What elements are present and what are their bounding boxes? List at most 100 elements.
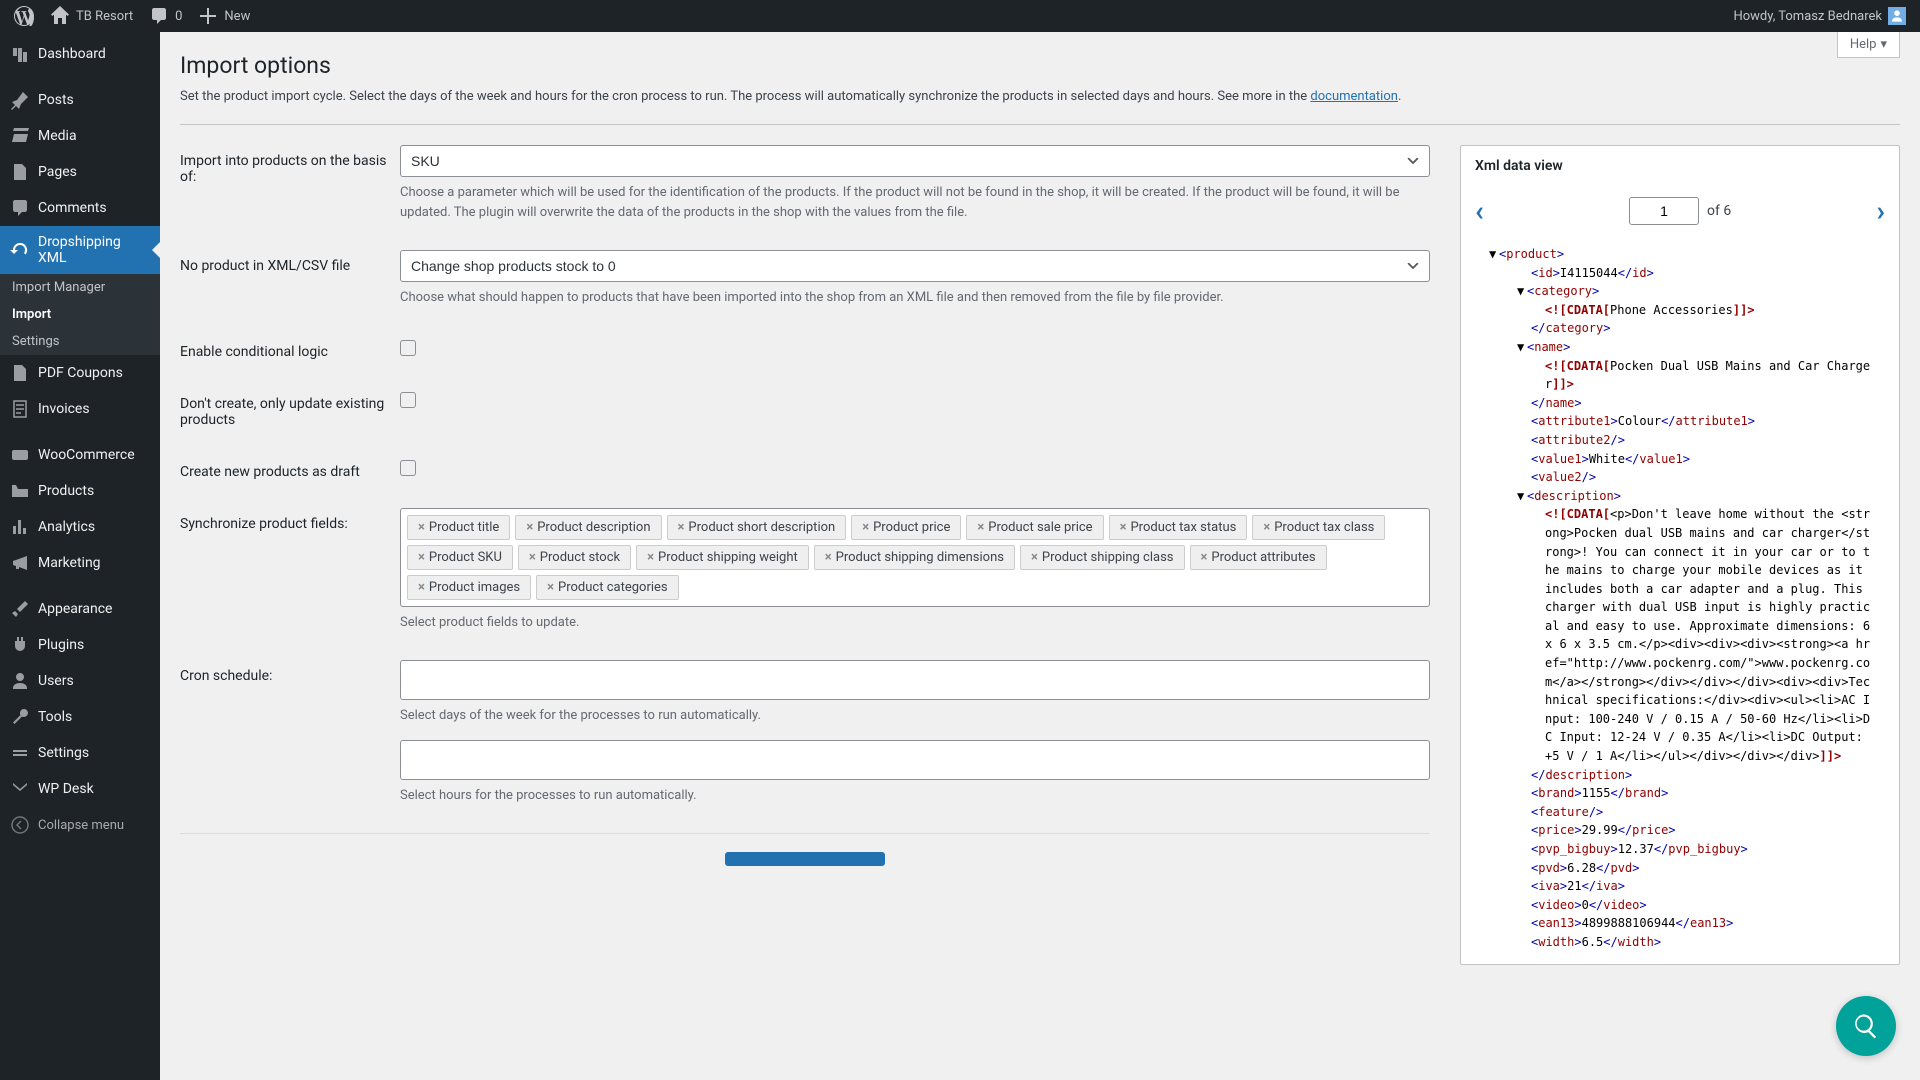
xml-next[interactable]: › — [1877, 194, 1885, 227]
tag-remove-icon[interactable]: × — [529, 550, 536, 565]
sync-tag[interactable]: ×Product title — [407, 515, 510, 540]
sidebar-submenu: Import Manager Import Settings — [0, 274, 160, 355]
user-menu[interactable]: Howdy, Tomasz Bednarek — [1725, 0, 1914, 32]
xml-prev[interactable]: ‹ — [1475, 194, 1484, 227]
avatar-icon — [1888, 7, 1906, 25]
sync-tag[interactable]: ×Product description — [515, 515, 661, 540]
sidebar-item-dropshipping[interactable]: Dropshipping XML — [0, 226, 160, 274]
brush-icon — [10, 599, 30, 619]
tag-remove-icon[interactable]: × — [1263, 520, 1270, 535]
wrench-icon — [10, 707, 30, 727]
submenu-import-manager[interactable]: Import Manager — [0, 274, 160, 301]
documentation-link[interactable]: documentation — [1310, 89, 1398, 104]
help-fab[interactable] — [1836, 996, 1896, 1056]
site-name[interactable]: TB Resort — [42, 0, 141, 32]
sync-tag[interactable]: ×Product sale price — [966, 515, 1103, 540]
content-area: Help▾ Import options Set the product imp… — [160, 32, 1920, 1080]
sync-tag[interactable]: ×Product short description — [667, 515, 847, 540]
sync-tag[interactable]: ×Product attributes — [1190, 545, 1327, 570]
tag-remove-icon[interactable]: × — [1120, 520, 1127, 535]
tag-remove-icon[interactable]: × — [418, 580, 425, 595]
sidebar-item-appearance[interactable]: Appearance — [0, 591, 160, 627]
media-icon — [10, 126, 30, 146]
sync-tag[interactable]: ×Product SKU — [407, 545, 513, 570]
sidebar-item-posts[interactable]: Posts — [0, 82, 160, 118]
tag-remove-icon[interactable]: × — [547, 580, 554, 595]
sidebar-item-plugins[interactable]: Plugins — [0, 627, 160, 663]
settings-icon — [10, 743, 30, 763]
products-icon — [10, 481, 30, 501]
admin-bar: TB Resort 0 New Howdy, Tomasz Bednarek — [0, 0, 1920, 32]
tag-remove-icon[interactable]: × — [418, 550, 425, 565]
dashboard-icon — [10, 44, 30, 64]
submenu-import[interactable]: Import — [0, 301, 160, 328]
tag-remove-icon[interactable]: × — [1201, 550, 1208, 565]
sync-tag[interactable]: ×Product shipping weight — [636, 545, 809, 570]
draft-checkbox[interactable] — [400, 460, 416, 476]
home-icon — [50, 6, 70, 26]
sidebar-item-comments[interactable]: Comments — [0, 190, 160, 226]
sync-tag[interactable]: ×Product stock — [518, 545, 631, 570]
basis-label: Import into products on the basis of: — [180, 145, 400, 222]
tag-remove-icon[interactable]: × — [678, 520, 685, 535]
cron-help2: Select hours for the processes to run au… — [400, 786, 1430, 806]
sidebar-item-invoices[interactable]: Invoices — [0, 391, 160, 427]
sidebar-item-pdfcoupons[interactable]: PDF Coupons — [0, 355, 160, 391]
sync-label: Synchronize product fields: — [180, 508, 400, 633]
sidebar-item-pages[interactable]: Pages — [0, 154, 160, 190]
sync-tag[interactable]: ×Product tax status — [1109, 515, 1248, 540]
sidebar-item-wpdesk[interactable]: WP Desk — [0, 771, 160, 807]
tag-remove-icon[interactable]: × — [1031, 550, 1038, 565]
cron-days-input[interactable] — [400, 660, 1430, 700]
sync-icon — [10, 240, 30, 260]
cron-help1: Select days of the week for the processe… — [400, 706, 1430, 726]
tag-remove-icon[interactable]: × — [418, 520, 425, 535]
tag-remove-icon[interactable]: × — [526, 520, 533, 535]
sync-tag[interactable]: ×Product categories — [536, 575, 679, 600]
sync-tag[interactable]: ×Product shipping dimensions — [814, 545, 1015, 570]
comments[interactable]: 0 — [141, 0, 190, 32]
sync-tag[interactable]: ×Product images — [407, 575, 531, 600]
update-checkbox[interactable] — [400, 392, 416, 408]
sync-tag[interactable]: ×Product price — [851, 515, 961, 540]
sidebar-item-tools[interactable]: Tools — [0, 699, 160, 735]
cron-hours-input[interactable] — [400, 740, 1430, 780]
xml-tree[interactable]: ▼<product> <id>I4115044</id> ▼<category>… — [1475, 245, 1885, 952]
sync-tag[interactable]: ×Product shipping class — [1020, 545, 1185, 570]
sidebar-item-users[interactable]: Users — [0, 663, 160, 699]
help-tab[interactable]: Help▾ — [1837, 32, 1900, 58]
admin-sidebar: Dashboard Posts Media Pages Comments Dro… — [0, 32, 160, 1080]
comments-count: 0 — [175, 9, 182, 24]
sidebar-item-products[interactable]: Products — [0, 473, 160, 509]
tag-remove-icon[interactable]: × — [647, 550, 654, 565]
wp-logo[interactable] — [6, 0, 42, 32]
sync-tags-container[interactable]: ×Product title×Product description×Produ… — [400, 508, 1430, 607]
basis-help: Choose a parameter which will be used fo… — [400, 183, 1430, 222]
megaphone-icon — [10, 553, 30, 573]
collapse-menu[interactable]: Collapse menu — [0, 807, 160, 843]
sync-help: Select product fields to update. — [400, 613, 1430, 633]
comment-icon — [10, 198, 30, 218]
sidebar-item-marketing[interactable]: Marketing — [0, 545, 160, 581]
tag-remove-icon[interactable]: × — [825, 550, 832, 565]
plus-icon — [198, 6, 218, 26]
sidebar-item-analytics[interactable]: Analytics — [0, 509, 160, 545]
pdf-icon — [10, 363, 30, 383]
howdy-label: Howdy, Tomasz Bednarek — [1733, 9, 1882, 24]
page-icon — [10, 162, 30, 182]
basis-select[interactable]: SKU — [400, 145, 1430, 177]
woocommerce-icon — [10, 445, 30, 465]
xml-page-input[interactable] — [1629, 197, 1699, 225]
noprod-select[interactable]: Change shop products stock to 0 — [400, 250, 1430, 282]
analytics-icon — [10, 517, 30, 537]
sidebar-item-dashboard[interactable]: Dashboard — [0, 36, 160, 72]
tag-remove-icon[interactable]: × — [977, 520, 984, 535]
tag-remove-icon[interactable]: × — [862, 520, 869, 535]
submit-button[interactable] — [725, 852, 885, 866]
sidebar-item-woocommerce[interactable]: WooCommerce — [0, 437, 160, 473]
sidebar-item-media[interactable]: Media — [0, 118, 160, 154]
new-content[interactable]: New — [190, 0, 258, 32]
sync-tag[interactable]: ×Product tax class — [1252, 515, 1385, 540]
submenu-settings[interactable]: Settings — [0, 328, 160, 355]
sidebar-item-settings[interactable]: Settings — [0, 735, 160, 771]
